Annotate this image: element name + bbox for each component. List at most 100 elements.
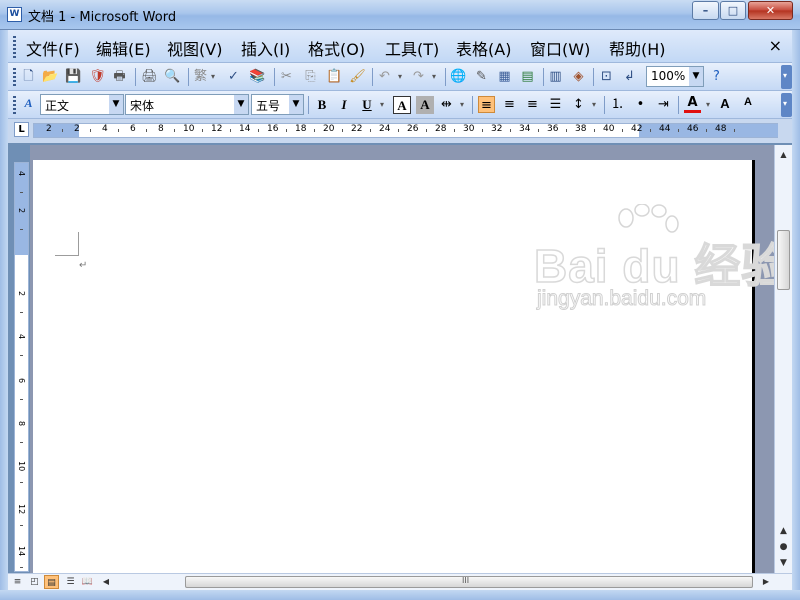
toolbar-options-button[interactable] xyxy=(781,93,792,117)
line-spacing-dropdown-arrow[interactable]: ▾ xyxy=(592,100,596,109)
normal-view-button[interactable]: ≡ xyxy=(10,575,25,589)
close-document-button[interactable]: × xyxy=(769,36,782,55)
chevron-down-icon[interactable]: ▼ xyxy=(289,95,303,114)
new-document-icon[interactable]: 🗋 xyxy=(20,68,37,85)
scaling-dropdown-arrow[interactable]: ▾ xyxy=(460,100,464,109)
zoom-combo[interactable]: 100% ▼ xyxy=(646,66,704,87)
style-combo[interactable]: 正文 ▼ xyxy=(40,94,124,115)
insert-table-icon[interactable]: ▦ xyxy=(496,68,513,85)
toolbar-options-button[interactable] xyxy=(781,65,792,89)
spelling-icon[interactable]: ✓ xyxy=(225,68,242,85)
maximize-button[interactable]: □ xyxy=(720,1,746,20)
scroll-left-arrow[interactable]: ◀ xyxy=(100,575,112,589)
redo-dropdown-arrow[interactable]: ▾ xyxy=(432,72,436,81)
title-bar[interactable]: W 文档 1 - Microsoft Word – □ ✕ xyxy=(0,0,800,30)
help-icon[interactable]: ? xyxy=(708,68,725,85)
menu-grip-handle[interactable] xyxy=(13,36,16,58)
menu-view[interactable]: 视图(V) xyxy=(167,36,222,60)
tab-stop-selector[interactable]: L xyxy=(14,122,29,137)
previous-page-button[interactable]: ▲ xyxy=(776,523,791,539)
menu-tools[interactable]: 工具(T) xyxy=(385,36,439,60)
toolbar-separator xyxy=(274,68,275,86)
align-center-button[interactable]: ≡ xyxy=(501,96,518,113)
menu-insert[interactable]: 插入(I) xyxy=(241,36,290,60)
print-preview-icon[interactable]: 🔍 xyxy=(164,68,181,85)
font-size-combo[interactable]: 五号 ▼ xyxy=(251,94,304,115)
columns-icon[interactable]: ▥ xyxy=(547,68,564,85)
show-hide-icon[interactable]: ↲ xyxy=(621,68,638,85)
menu-file[interactable]: 文件(F) xyxy=(26,36,80,60)
menu-window[interactable]: 窗口(W) xyxy=(530,36,590,60)
close-window-button[interactable]: ✕ xyxy=(748,1,793,20)
traditional-chinese-icon[interactable]: 繁 xyxy=(192,68,209,85)
menu-help[interactable]: 帮助(H) xyxy=(609,36,666,60)
cut-icon[interactable]: ✂ xyxy=(278,68,295,85)
paste-icon[interactable]: 📋 xyxy=(326,68,343,85)
outline-view-button[interactable]: ☰ xyxy=(63,575,78,589)
vertical-scrollbar[interactable]: ▲ ▲ ● ▼ xyxy=(774,145,792,573)
horizontal-scroll-thumb[interactable]: III xyxy=(185,576,753,588)
toolbar-grip-handle[interactable] xyxy=(13,68,16,86)
toolbar-grip-handle[interactable] xyxy=(13,96,16,114)
underline-dropdown-arrow[interactable]: ▾ xyxy=(380,100,384,109)
italic-button[interactable]: I xyxy=(335,96,353,114)
document-map-icon[interactable]: ⊡ xyxy=(598,68,615,85)
web-layout-view-button[interactable]: ◰ xyxy=(27,575,42,589)
menu-edit[interactable]: 编辑(E) xyxy=(96,36,151,60)
bullets-icon[interactable]: • xyxy=(632,96,649,113)
shrink-font-button[interactable]: A xyxy=(739,96,757,114)
insert-excel-icon[interactable]: ▤ xyxy=(519,68,536,85)
character-border-button[interactable]: A xyxy=(393,96,411,114)
print-layout-view-button[interactable]: ▤ xyxy=(44,575,59,589)
format-painter-icon[interactable]: 🖌 xyxy=(349,68,366,85)
grow-font-button[interactable]: A xyxy=(716,96,734,114)
minimize-button[interactable]: – xyxy=(692,1,719,20)
redo-icon[interactable]: ↷ xyxy=(410,68,427,85)
bold-button[interactable]: B xyxy=(313,96,331,114)
font-combo[interactable]: 宋体 ▼ xyxy=(125,94,249,115)
permission-icon[interactable]: 🛡 xyxy=(89,68,106,85)
traditional-dropdown-arrow[interactable]: ▾ xyxy=(211,72,215,81)
font-color-dropdown-arrow[interactable]: ▾ xyxy=(706,100,710,109)
research-icon[interactable]: 📚 xyxy=(249,68,266,85)
horizontal-ruler[interactable]: 2 2 4 6 8 10 12 14 16 18 20 22 24 26 28 30 32 34 36 38 40 42 4… xyxy=(33,123,778,138)
undo-icon[interactable]: ↶ xyxy=(376,68,393,85)
character-scaling-icon[interactable]: ⇹ xyxy=(438,96,455,113)
font-color-icon[interactable]: A xyxy=(684,96,701,113)
indent-icon[interactable]: ⇥ xyxy=(655,96,672,113)
scroll-up-arrow[interactable]: ▲ xyxy=(776,147,791,163)
numbering-icon[interactable]: ⒈ xyxy=(609,96,626,113)
vertical-ruler[interactable]: 4 2 2 4 6 8 10 12 14 xyxy=(14,162,29,572)
chevron-down-icon[interactable]: ▼ xyxy=(109,95,123,114)
hyperlink-icon[interactable]: 🌐 xyxy=(450,68,467,85)
select-browse-object-button[interactable]: ● xyxy=(776,539,791,555)
print-icon-a[interactable]: 🖶 xyxy=(111,68,128,85)
next-page-button[interactable]: ▼ xyxy=(776,555,791,571)
copy-icon[interactable]: ⎘ xyxy=(302,68,319,85)
styles-formatting-icon[interactable]: A xyxy=(20,96,37,113)
ruler-number: 34 xyxy=(519,124,531,134)
ruler-tick xyxy=(538,129,539,132)
character-shading-button[interactable]: A xyxy=(416,96,434,114)
save-icon[interactable]: 💾 xyxy=(65,68,82,85)
justify-button[interactable]: ☰ xyxy=(547,96,564,113)
vertical-scroll-thumb[interactable] xyxy=(777,230,790,290)
print-icon[interactable]: 🖨 xyxy=(141,68,158,85)
menu-format[interactable]: 格式(O) xyxy=(308,36,365,60)
align-left-button[interactable]: ≡ xyxy=(478,96,495,113)
toolbar-separator xyxy=(593,68,594,86)
line-spacing-icon[interactable]: ↕ xyxy=(570,96,587,113)
open-folder-icon[interactable]: 📂 xyxy=(42,68,59,85)
scroll-right-arrow[interactable]: ▶ xyxy=(760,575,772,589)
chevron-down-icon[interactable]: ▼ xyxy=(689,67,703,86)
tables-borders-icon[interactable]: ✎ xyxy=(473,68,490,85)
undo-dropdown-arrow[interactable]: ▾ xyxy=(398,72,402,81)
chevron-down-icon[interactable]: ▼ xyxy=(234,95,248,114)
word-app-icon[interactable]: W xyxy=(7,7,22,22)
reading-layout-button[interactable]: 📖 xyxy=(80,575,95,589)
underline-button[interactable]: U xyxy=(358,96,376,114)
menu-table[interactable]: 表格(A) xyxy=(456,36,511,60)
drawing-icon[interactable]: ◈ xyxy=(570,68,587,85)
align-right-button[interactable]: ≡ xyxy=(524,96,541,113)
ruler-left-margin xyxy=(34,124,79,137)
